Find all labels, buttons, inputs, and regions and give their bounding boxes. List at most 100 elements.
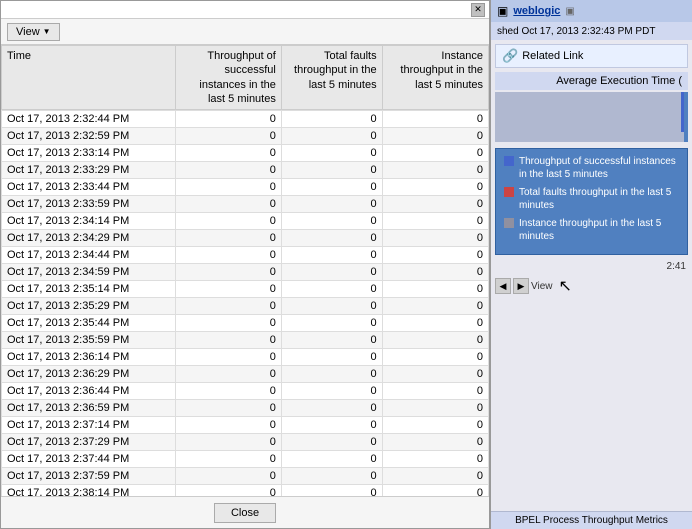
table-cell-value: 0 bbox=[281, 179, 382, 196]
table-cell-value: 0 bbox=[175, 264, 281, 281]
legend-item-1: Throughput of successful instances in th… bbox=[504, 155, 679, 181]
table-cell-value: 0 bbox=[281, 434, 382, 451]
table-row: Oct 17, 2013 2:37:44 PM000 bbox=[2, 451, 489, 468]
table-cell-value: 0 bbox=[175, 485, 281, 496]
table-row: Oct 17, 2013 2:36:29 PM000 bbox=[2, 366, 489, 383]
view-label: View bbox=[16, 26, 40, 38]
col-header-instance-throughput: Instance throughput in the last 5 minute… bbox=[382, 46, 488, 110]
close-x-button[interactable]: ✕ bbox=[471, 3, 485, 17]
table-row: Oct 17, 2013 2:36:59 PM000 bbox=[2, 400, 489, 417]
info-text: shed Oct 17, 2013 2:32:43 PM PDT bbox=[497, 26, 655, 37]
table-cell-value: 0 bbox=[175, 468, 281, 485]
table-cell-value: 0 bbox=[175, 383, 281, 400]
legend-label-3: Instance throughput in the last 5 minute… bbox=[519, 217, 679, 243]
table-row: Oct 17, 2013 2:33:59 PM000 bbox=[2, 196, 489, 213]
cursor-icon: ↖ bbox=[559, 276, 572, 296]
table-cell-time: Oct 17, 2013 2:37:59 PM bbox=[2, 468, 176, 485]
close-button[interactable]: Close bbox=[214, 503, 276, 523]
table-cell-value: 0 bbox=[175, 417, 281, 434]
table-cell-value: 0 bbox=[382, 179, 488, 196]
table-row: Oct 17, 2013 2:33:29 PM000 bbox=[2, 162, 489, 179]
table-cell-time: Oct 17, 2013 2:36:44 PM bbox=[2, 383, 176, 400]
table-cell-value: 0 bbox=[175, 434, 281, 451]
main-dialog: ✕ View ▼ Time Throughput of successful i… bbox=[0, 0, 490, 529]
table-cell-value: 0 bbox=[175, 179, 281, 196]
table-cell-time: Oct 17, 2013 2:33:14 PM bbox=[2, 145, 176, 162]
table-cell-value: 0 bbox=[382, 485, 488, 496]
table-cell-value: 0 bbox=[281, 145, 382, 162]
table-row: Oct 17, 2013 2:37:14 PM000 bbox=[2, 417, 489, 434]
table-cell-value: 0 bbox=[281, 281, 382, 298]
table-cell-value: 0 bbox=[281, 196, 382, 213]
table-row: Oct 17, 2013 2:33:14 PM000 bbox=[2, 145, 489, 162]
table-row: Oct 17, 2013 2:38:14 PM000 bbox=[2, 485, 489, 496]
col-header-time: Time bbox=[2, 46, 176, 110]
table-cell-value: 0 bbox=[382, 298, 488, 315]
table-cell-value: 0 bbox=[382, 281, 488, 298]
related-link-bar[interactable]: 🔗 Related Link bbox=[495, 44, 688, 68]
table-scroll-area[interactable]: Oct 17, 2013 2:32:44 PM000Oct 17, 2013 2… bbox=[1, 110, 489, 496]
right-panel: ▣ weblogic ▣ shed Oct 17, 2013 2:32:43 P… bbox=[490, 0, 692, 529]
table-row: Oct 17, 2013 2:34:14 PM000 bbox=[2, 213, 489, 230]
app-icon: ▣ bbox=[497, 4, 508, 18]
chart-legend-box: Throughput of successful instances in th… bbox=[495, 148, 688, 255]
table-row: Oct 17, 2013 2:34:29 PM000 bbox=[2, 230, 489, 247]
table-cell-time: Oct 17, 2013 2:35:44 PM bbox=[2, 315, 176, 332]
table-cell-time: Oct 17, 2013 2:33:59 PM bbox=[2, 196, 176, 213]
chart-bottom-nav: ◀ ▶ View ↖ bbox=[491, 274, 692, 298]
legend-item-3: Instance throughput in the last 5 minute… bbox=[504, 217, 679, 243]
legend-color-red bbox=[504, 187, 514, 197]
table-cell-value: 0 bbox=[382, 264, 488, 281]
view-arrow-icon: ▼ bbox=[43, 27, 51, 36]
prev-arrow-icon: ◀ bbox=[500, 281, 507, 292]
table-cell-time: Oct 17, 2013 2:37:14 PM bbox=[2, 417, 176, 434]
table-row: Oct 17, 2013 2:37:29 PM000 bbox=[2, 434, 489, 451]
table-body: Oct 17, 2013 2:32:44 PM000Oct 17, 2013 2… bbox=[2, 111, 489, 496]
table-cell-value: 0 bbox=[281, 417, 382, 434]
table-cell-value: 0 bbox=[175, 230, 281, 247]
table-row: Oct 17, 2013 2:34:59 PM000 bbox=[2, 264, 489, 281]
table-cell-value: 0 bbox=[382, 468, 488, 485]
table-cell-value: 0 bbox=[175, 332, 281, 349]
table-row: Oct 17, 2013 2:35:29 PM000 bbox=[2, 298, 489, 315]
table-cell-time: Oct 17, 2013 2:33:29 PM bbox=[2, 162, 176, 179]
right-bottom-label: BPEL Process Throughput Metrics bbox=[491, 511, 692, 529]
table-cell-value: 0 bbox=[281, 366, 382, 383]
table-cell-value: 0 bbox=[281, 247, 382, 264]
table-row: Oct 17, 2013 2:36:14 PM000 bbox=[2, 349, 489, 366]
table-cell-value: 0 bbox=[281, 230, 382, 247]
table-cell-value: 0 bbox=[281, 111, 382, 128]
app-label: weblogic bbox=[513, 5, 560, 17]
data-table: Time Throughput of successful instances … bbox=[1, 45, 489, 110]
table-cell-value: 0 bbox=[281, 315, 382, 332]
table-cell-value: 0 bbox=[175, 162, 281, 179]
table-cell-value: 0 bbox=[175, 366, 281, 383]
related-link-label: Related Link bbox=[522, 50, 583, 62]
legend-label-1: Throughput of successful instances in th… bbox=[519, 155, 679, 181]
table-cell-value: 0 bbox=[382, 400, 488, 417]
table-cell-value: 0 bbox=[382, 162, 488, 179]
legend-color-gray bbox=[504, 218, 514, 228]
dialog-footer: Close bbox=[1, 496, 489, 528]
table-cell-value: 0 bbox=[175, 315, 281, 332]
table-cell-time: Oct 17, 2013 2:35:29 PM bbox=[2, 298, 176, 315]
avg-exec-label: Average Execution Time ( bbox=[556, 75, 682, 87]
table-row: Oct 17, 2013 2:35:59 PM000 bbox=[2, 332, 489, 349]
table-cell-value: 0 bbox=[382, 451, 488, 468]
nav-next-button[interactable]: ▶ bbox=[513, 278, 529, 294]
table-cell-time: Oct 17, 2013 2:34:29 PM bbox=[2, 230, 176, 247]
table-row: Oct 17, 2013 2:35:14 PM000 bbox=[2, 281, 489, 298]
right-info-bar: shed Oct 17, 2013 2:32:43 PM PDT bbox=[491, 22, 692, 40]
right-top-bar: ▣ weblogic ▣ bbox=[491, 0, 692, 22]
table-container: Time Throughput of successful instances … bbox=[1, 45, 489, 496]
col-header-total-faults: Total faults throughput in the last 5 mi… bbox=[281, 46, 382, 110]
table-cell-value: 0 bbox=[382, 315, 488, 332]
table-cell-value: 0 bbox=[175, 247, 281, 264]
nav-prev-button[interactable]: ◀ bbox=[495, 278, 511, 294]
table-cell-value: 0 bbox=[281, 213, 382, 230]
view-button[interactable]: View ▼ bbox=[7, 23, 60, 41]
table-cell-time: Oct 17, 2013 2:32:44 PM bbox=[2, 111, 176, 128]
link-icon: 🔗 bbox=[502, 48, 518, 64]
next-arrow-icon: ▶ bbox=[518, 281, 525, 292]
nav-view-label: View bbox=[531, 281, 553, 292]
